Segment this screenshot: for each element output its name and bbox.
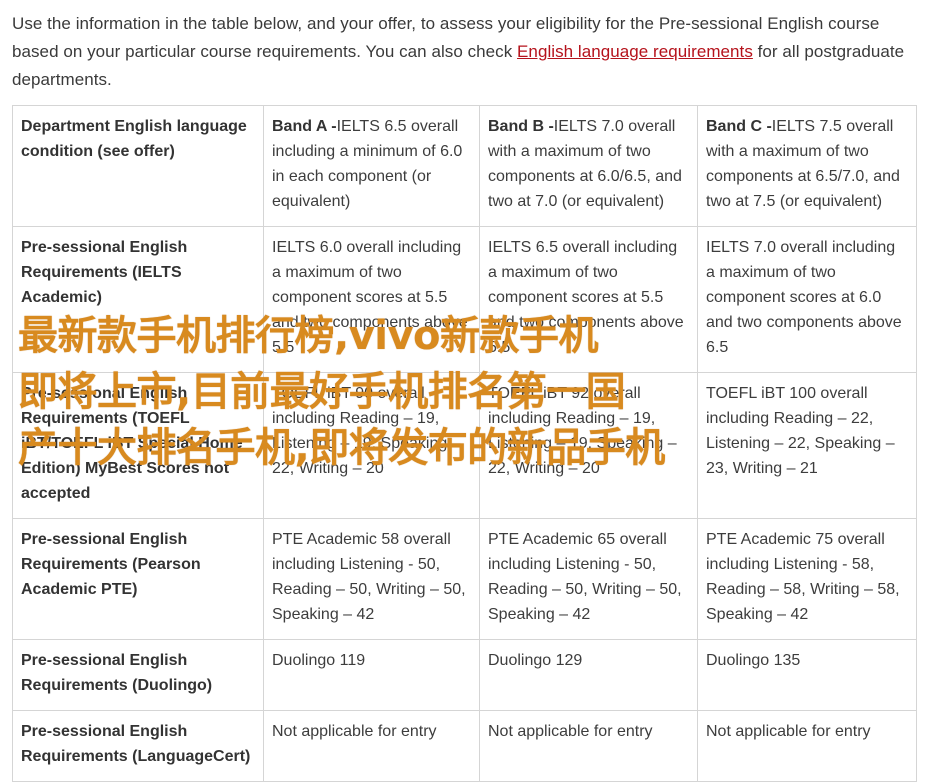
table-cell: Not applicable for entry bbox=[479, 710, 698, 782]
table-cell: Duolingo 135 bbox=[697, 639, 917, 711]
table-cell: PTE Academic 58 overall including Listen… bbox=[263, 518, 480, 640]
table-row-ielts: Pre-sessional English Requirements (IELT… bbox=[12, 226, 917, 373]
header-band-b-cell: Band B -IELTS 7.0 overall with a maximum… bbox=[479, 105, 698, 227]
table-row-languagecert: Pre-sessional English Requirements (Lang… bbox=[12, 710, 917, 782]
table-cell: PTE Academic 75 overall including Listen… bbox=[697, 518, 917, 640]
table-row-toefl: Pre-sessional English Requirements (TOEF… bbox=[12, 372, 917, 519]
table-cell: TOEFL iBT 92 overall including Reading –… bbox=[479, 372, 698, 519]
header-condition-cell: Department English language condition (s… bbox=[12, 105, 264, 227]
band-c-label: Band C - bbox=[706, 118, 772, 135]
table-header-row: Department English language condition (s… bbox=[12, 105, 917, 227]
english-language-requirements-link[interactable]: English language requirements bbox=[517, 42, 753, 61]
header-band-a-cell: Band A -IELTS 6.5 overall including a mi… bbox=[263, 105, 480, 227]
table-cell: PTE Academic 65 overall including Listen… bbox=[479, 518, 698, 640]
requirements-table: Department English language condition (s… bbox=[12, 105, 917, 782]
row-label-cell: Pre-sessional English Requirements (TOEF… bbox=[12, 372, 264, 519]
header-band-c-cell: Band C -IELTS 7.5 overall with a maximum… bbox=[697, 105, 917, 227]
row-label-cell: Pre-sessional English Requirements (Lang… bbox=[12, 710, 264, 782]
band-a-label: Band A - bbox=[272, 118, 337, 135]
table-row-duolingo: Pre-sessional English Requirements (Duol… bbox=[12, 639, 917, 711]
table-cell: Duolingo 129 bbox=[479, 639, 698, 711]
band-b-label: Band B - bbox=[488, 118, 554, 135]
table-cell: IELTS 6.5 overall including a maximum of… bbox=[479, 226, 698, 373]
row-label-cell: Pre-sessional English Requirements (Pear… bbox=[12, 518, 264, 640]
row-label-cell: Pre-sessional English Requirements (Duol… bbox=[12, 639, 264, 711]
table-cell: Not applicable for entry bbox=[263, 710, 480, 782]
table-cell: Duolingo 119 bbox=[263, 639, 480, 711]
table-cell: TOEFL iBT 100 overall including Reading … bbox=[697, 372, 917, 519]
table-row-pte: Pre-sessional English Requirements (Pear… bbox=[12, 518, 917, 640]
row-label-cell: Pre-sessional English Requirements (IELT… bbox=[12, 226, 264, 373]
table-cell: TOEFL iBT 90 overall including Reading –… bbox=[263, 372, 480, 519]
table-cell: IELTS 7.0 overall including a maximum of… bbox=[697, 226, 917, 373]
table-cell: IELTS 6.0 overall including a maximum of… bbox=[263, 226, 480, 373]
intro-paragraph: Use the information in the table below, … bbox=[12, 10, 917, 94]
table-cell: Not applicable for entry bbox=[697, 710, 917, 782]
